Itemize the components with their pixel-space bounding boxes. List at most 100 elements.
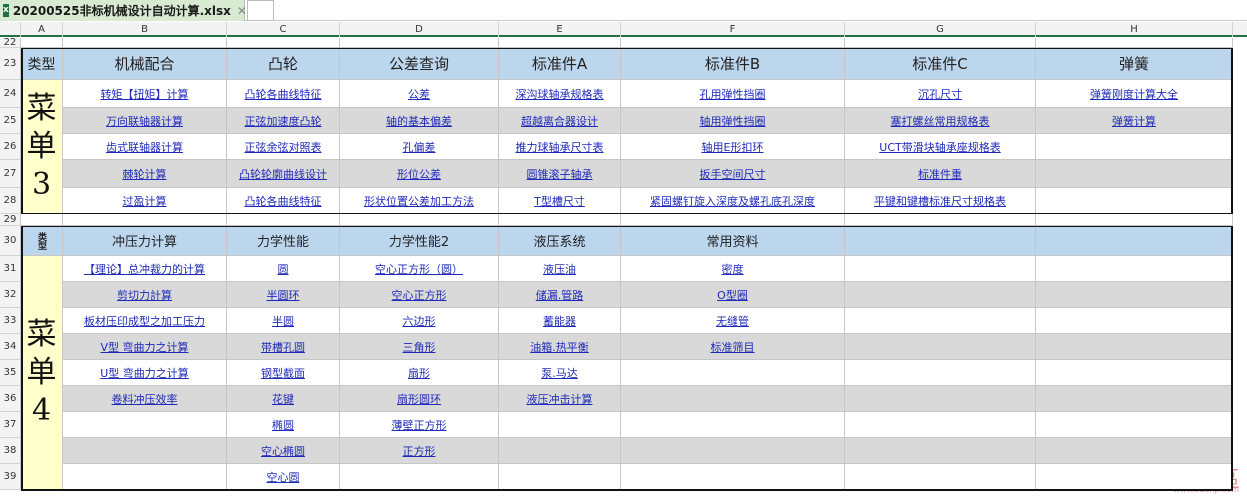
menu-link-text[interactable]: 剪切力計算 [117,287,172,303]
select-all-corner[interactable] [0,22,21,37]
menu-link[interactable]: 弹簧刚度计算大全 [1036,80,1233,108]
menu-link[interactable]: 推力球轴承尺寸表 [499,134,621,160]
menu-link[interactable]: 卷料冲压效率 [63,386,227,412]
menu-link[interactable]: 扳手空间尺寸 [621,160,845,188]
menu-link[interactable]: 泵.马达 [499,360,621,386]
menu-link[interactable]: 紧固螺钉旋入深度及螺孔底孔深度 [621,188,845,214]
menu-link-text[interactable]: 空心正方形 [392,287,447,303]
menu-link[interactable]: 正方形 [340,438,499,464]
menu-link[interactable]: 空心正方形 [340,282,499,308]
row-header-22[interactable]: 22 [0,37,21,48]
menu-link-text[interactable]: 蓄能器 [543,313,576,329]
menu-link-text[interactable]: 公差 [408,86,430,102]
menu-link[interactable]: 正弦余弦对照表 [227,134,340,160]
menu-link-text[interactable]: 板材压印成型之加工压力 [84,313,205,329]
menu-link[interactable]: 万向联轴器计算 [63,108,227,134]
menu-link-text[interactable]: 花键 [272,391,294,407]
menu-link[interactable]: 空心椭圆 [227,438,340,464]
menu-link[interactable]: 半圆 [227,308,340,334]
menu-link[interactable]: 扇形 [340,360,499,386]
menu-link-text[interactable]: 塞打螺丝常用规格表 [891,113,990,129]
row-header-36[interactable]: 36 [0,386,21,412]
menu-link-text[interactable]: 轴用E形扣环 [702,139,764,155]
menu-link[interactable]: 形状位置公差加工方法 [340,188,499,214]
menu-link-text[interactable]: 圆锥滚子轴承 [527,166,593,182]
row-header-29[interactable]: 29 [0,214,21,226]
menu-link[interactable]: 六边形 [340,308,499,334]
menu-link-text[interactable]: 泵.马达 [541,365,578,381]
row-header-33[interactable]: 33 [0,308,21,334]
menu-link-text[interactable]: 正弦加速度凸轮 [245,113,322,129]
menu-link-text[interactable]: UCT带滑块轴承座规格表 [879,139,1000,155]
menu-link[interactable]: 扇形圆环 [340,386,499,412]
column-header-a[interactable]: A [21,22,63,37]
menu-link[interactable]: 凸轮各曲线特征 [227,188,340,214]
new-tab-button[interactable] [247,0,274,21]
menu-link[interactable]: 无缝管 [621,308,845,334]
menu-link[interactable]: 孔用弹性挡圈 [621,80,845,108]
column-header-e[interactable]: E [499,22,621,37]
menu-link[interactable]: 平键和键槽标准尺寸规格表 [845,188,1036,214]
menu-link-text[interactable]: 椭圆 [272,417,294,433]
menu-link-text[interactable]: 凸轮轮廓曲线设计 [239,166,327,182]
menu-link[interactable]: 油箱.热平衡 [499,334,621,360]
menu-link[interactable]: 转矩【扭矩】计算 [63,80,227,108]
menu-link[interactable]: 板材压印成型之加工压力 [63,308,227,334]
row-header-37[interactable]: 37 [0,412,21,438]
menu-link[interactable]: O型圈 [621,282,845,308]
menu-link-text[interactable]: 紧固螺钉旋入深度及螺孔底孔深度 [650,193,815,209]
menu-link-text[interactable]: 棘轮计算 [123,166,167,182]
row-header-25[interactable]: 25 [0,108,21,134]
menu-link-text[interactable]: 轴的基本偏差 [386,113,452,129]
menu-link[interactable]: 液压冲击计算 [499,386,621,412]
row-header-28[interactable]: 28 [0,188,21,214]
menu-link-text[interactable]: 弹簧刚度计算大全 [1090,86,1178,102]
menu-link[interactable]: 超越离合器设计 [499,108,621,134]
menu-link-text[interactable]: 标准件重 [918,166,962,182]
menu-link-text[interactable]: 无缝管 [716,313,749,329]
menu-link-text[interactable]: 推力球轴承尺寸表 [516,139,604,155]
menu-link-text[interactable]: 过盈计算 [123,193,167,209]
close-icon[interactable]: ✕ [237,4,247,18]
row-header-35[interactable]: 35 [0,360,21,386]
menu-link-text[interactable]: 圆 [278,261,289,277]
menu-link[interactable]: 公差 [340,80,499,108]
menu-link[interactable]: 标准筛目 [621,334,845,360]
menu-link-text[interactable]: 形位公差 [397,166,441,182]
menu-link[interactable]: 齿式联轴器计算 [63,134,227,160]
menu-link-text[interactable]: 半圆 [272,313,294,329]
menu-link[interactable]: 薄壁正方形 [340,412,499,438]
menu-link[interactable]: 圆 [227,256,340,282]
menu-link[interactable]: 塞打螺丝常用规格表 [845,108,1036,134]
menu-link-text[interactable]: 【理论】总冲裁力的计算 [84,261,205,277]
menu-link[interactable]: UCT带滑块轴承座规格表 [845,134,1036,160]
menu-link[interactable]: 正弦加速度凸轮 [227,108,340,134]
menu-link[interactable]: 轴的基本偏差 [340,108,499,134]
menu-link-text[interactable]: V型 弯曲力之计算 [100,339,188,355]
menu-link[interactable]: 凸轮轮廓曲线设计 [227,160,340,188]
menu-link[interactable]: 过盈计算 [63,188,227,214]
menu-link-text[interactable]: 液压冲击计算 [527,391,593,407]
menu-link[interactable]: 空心正方形（圆） [340,256,499,282]
menu-link[interactable]: 花键 [227,386,340,412]
menu-link[interactable]: 储漏.管路 [499,282,621,308]
menu-link[interactable]: V型 弯曲力之计算 [63,334,227,360]
menu-link-text[interactable]: 空心正方形（圆） [375,261,463,277]
menu-link[interactable]: 剪切力計算 [63,282,227,308]
row-header-32[interactable]: 32 [0,282,21,308]
menu-link[interactable]: 弹簧计算 [1036,108,1233,134]
menu-link-text[interactable]: 扇形圆环 [397,391,441,407]
menu-link-text[interactable]: T型槽尺寸 [534,193,585,209]
menu-link-text[interactable]: 平键和键槽标准尺寸规格表 [874,193,1006,209]
menu-link-text[interactable]: 密度 [722,261,744,277]
menu-link[interactable]: 轴用弹性挡圈 [621,108,845,134]
menu-link-text[interactable]: 超越离合器设计 [521,113,598,129]
menu-link[interactable]: 凸轮各曲线特征 [227,80,340,108]
menu-link-text[interactable]: 空心圆 [267,469,300,485]
menu-link[interactable]: 轴用E形扣环 [621,134,845,160]
menu-link[interactable]: 带槽孔圆 [227,334,340,360]
row-header-34[interactable]: 34 [0,334,21,360]
menu-link-text[interactable]: 深沟球轴承规格表 [516,86,604,102]
menu-link-text[interactable]: U型 弯曲力之计算 [100,365,189,381]
menu-link-text[interactable]: 弹簧计算 [1112,113,1156,129]
